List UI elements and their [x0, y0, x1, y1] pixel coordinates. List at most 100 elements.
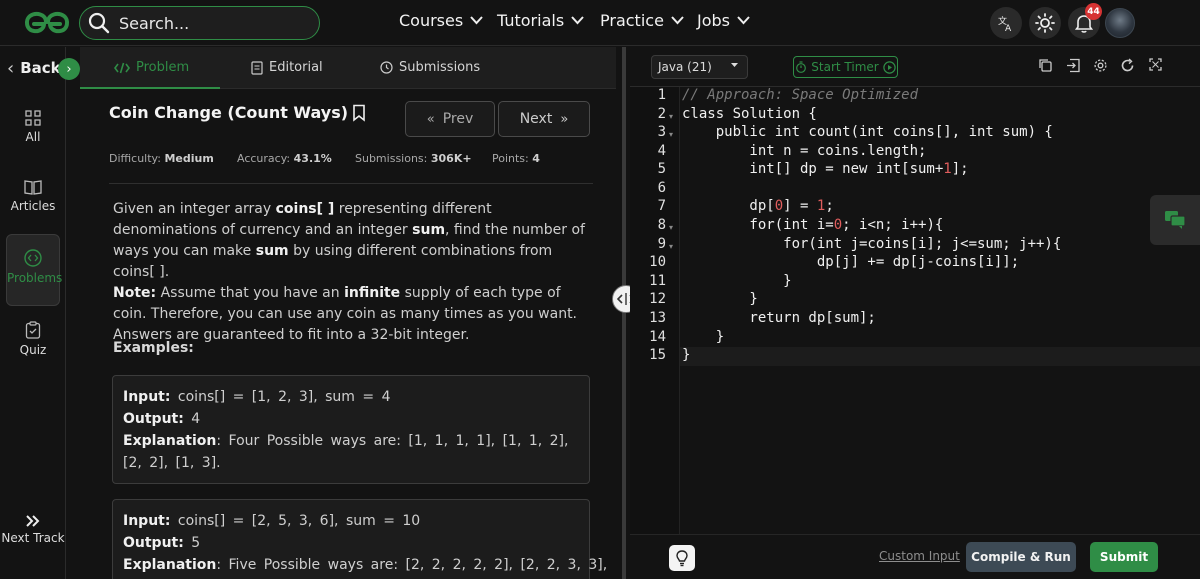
- code-brackets-icon: [114, 62, 130, 73]
- next-button[interactable]: Next »: [498, 101, 590, 137]
- points-label: Points:: [492, 152, 529, 165]
- problem-tabs: Problem Editorial Submissions: [80, 47, 616, 89]
- rail-item-quiz[interactable]: Quiz: [0, 321, 66, 357]
- chevron-right-icon[interactable]: ›: [58, 58, 80, 80]
- double-chevron-right-icon: [26, 515, 40, 527]
- copy-icon[interactable]: [1038, 58, 1053, 73]
- fold-arrow-icon[interactable]: ▾: [669, 223, 673, 232]
- geeksforgeeks-logo[interactable]: [22, 8, 72, 36]
- note-label: Note:: [113, 285, 157, 301]
- line-number: 8: [657, 217, 666, 233]
- prev-button[interactable]: « Prev: [405, 101, 495, 137]
- rail-item-problems-label: Problems: [7, 271, 63, 285]
- theme-toggle-button[interactable]: [1029, 7, 1061, 39]
- difficulty-label: Difficulty:: [109, 152, 161, 165]
- code-line: }: [682, 329, 725, 345]
- line-number: 13: [649, 310, 666, 326]
- start-timer-label: Start Timer: [811, 60, 879, 74]
- chevron-down-icon: [470, 16, 483, 25]
- nav-jobs-label: Jobs: [697, 11, 730, 30]
- explanation-label: Explanation: [123, 433, 217, 449]
- nav-courses[interactable]: Courses: [399, 11, 483, 30]
- search-icon: [88, 12, 110, 34]
- top-navbar: Search... Courses Tutorials Practice Job…: [0, 0, 1200, 46]
- book-icon: [24, 180, 42, 195]
- avatar[interactable]: [1105, 8, 1135, 38]
- example-explanation: Explanation: Five Possible ways are: [2,…: [123, 554, 607, 576]
- code-token: ; i<n; i++){: [842, 217, 944, 233]
- submit-button[interactable]: Submit: [1090, 542, 1158, 572]
- line-number: 15: [649, 347, 666, 363]
- difficulty-value: Medium: [164, 152, 214, 165]
- next-track-button[interactable]: Next Track: [0, 515, 66, 545]
- points-meta: Points: 4: [492, 152, 540, 165]
- nav-jobs[interactable]: Jobs: [697, 11, 750, 30]
- rail-item-all[interactable]: All: [0, 110, 66, 144]
- difficulty-meta: Difficulty: Medium: [109, 152, 214, 165]
- problem-description: Given an integer array coins[ ] represen…: [113, 199, 591, 346]
- nav-practice-label: Practice: [600, 11, 664, 30]
- line-number: 10: [649, 254, 666, 270]
- language-value: Java (21): [658, 60, 712, 74]
- code-token: for(int i=: [682, 217, 834, 233]
- bookmark-icon[interactable]: [352, 104, 366, 122]
- line-number: 11: [649, 273, 666, 289]
- reset-icon[interactable]: [1120, 58, 1135, 73]
- search-input[interactable]: Search...: [79, 6, 320, 40]
- rail-item-problems[interactable]: Problems: [6, 234, 63, 306]
- back-button[interactable]: ‹ Back ›: [0, 47, 80, 89]
- custom-input-link[interactable]: Custom Input: [879, 549, 960, 563]
- example-input: Input: coins[] = [1, 2, 3], sum = 4: [123, 386, 579, 408]
- tab-problem[interactable]: Problem: [114, 60, 189, 75]
- accuracy-label: Accuracy:: [237, 152, 291, 165]
- code-token: ;: [825, 198, 834, 214]
- desc-bold-sum: sum: [412, 222, 446, 238]
- compile-run-button[interactable]: Compile & Run: [966, 542, 1076, 572]
- line-number: 2: [657, 106, 666, 122]
- translate-button[interactable]: 文A: [990, 7, 1022, 39]
- gear-icon[interactable]: [1093, 58, 1108, 73]
- rail-item-articles[interactable]: Articles: [0, 179, 66, 213]
- nav-practice[interactable]: Practice: [600, 11, 684, 30]
- fold-arrow-icon[interactable]: ▾: [669, 130, 673, 139]
- code-line: // Approach: Space Optimized: [682, 87, 918, 103]
- code-line: }: [682, 347, 691, 363]
- example-output: Output: 4: [123, 408, 579, 430]
- language-select[interactable]: Java (21): [651, 55, 748, 79]
- code-line: return dp[sum];: [682, 310, 876, 326]
- chevron-down-icon: [571, 16, 584, 25]
- tab-submissions[interactable]: Submissions: [380, 60, 480, 75]
- next-track-label: Next Track: [1, 531, 65, 545]
- search-placeholder: Search...: [119, 13, 190, 33]
- lightbulb-icon: [676, 550, 688, 567]
- file-import-icon[interactable]: [1066, 58, 1081, 73]
- start-timer-button[interactable]: Start Timer: [793, 56, 898, 78]
- desc-text: Given an integer array: [113, 201, 272, 217]
- line-number: 3: [657, 124, 666, 140]
- hint-button[interactable]: [669, 545, 695, 571]
- example-input: Input: coins[] = [2, 5, 3, 6], sum = 10: [123, 510, 579, 532]
- panel-splitter[interactable]: [622, 47, 626, 579]
- grid-icon: [25, 110, 41, 126]
- line-number: 6: [657, 180, 666, 196]
- tab-editorial-label: Editorial: [269, 60, 323, 75]
- fold-arrow-icon[interactable]: ▾: [669, 242, 673, 251]
- example-explanation: Explanation: Four Possible ways are: [1,…: [123, 430, 579, 474]
- fullscreen-icon[interactable]: [1149, 58, 1162, 71]
- submissions-value: 306K+: [430, 152, 472, 165]
- input-label: Input:: [123, 513, 171, 529]
- clipboard-icon: [25, 321, 41, 339]
- nav-tutorials[interactable]: Tutorials: [497, 11, 584, 30]
- fold-arrow-icon[interactable]: ▾: [669, 112, 673, 121]
- stopwatch-icon: [796, 61, 807, 73]
- left-rail: ‹ Back › All Articles Problems Quiz Next…: [0, 47, 80, 579]
- desc-bold-sum: sum: [255, 243, 289, 259]
- line-number: 4: [657, 143, 666, 159]
- tab-editorial[interactable]: Editorial: [251, 60, 323, 75]
- chevron-left-icon: ‹: [7, 57, 15, 79]
- code-number: 0: [833, 217, 843, 233]
- accuracy-value: 43.1%: [293, 152, 332, 165]
- output-value: 5: [191, 535, 201, 551]
- chat-button[interactable]: [1150, 195, 1200, 245]
- output-label: Output:: [123, 411, 184, 427]
